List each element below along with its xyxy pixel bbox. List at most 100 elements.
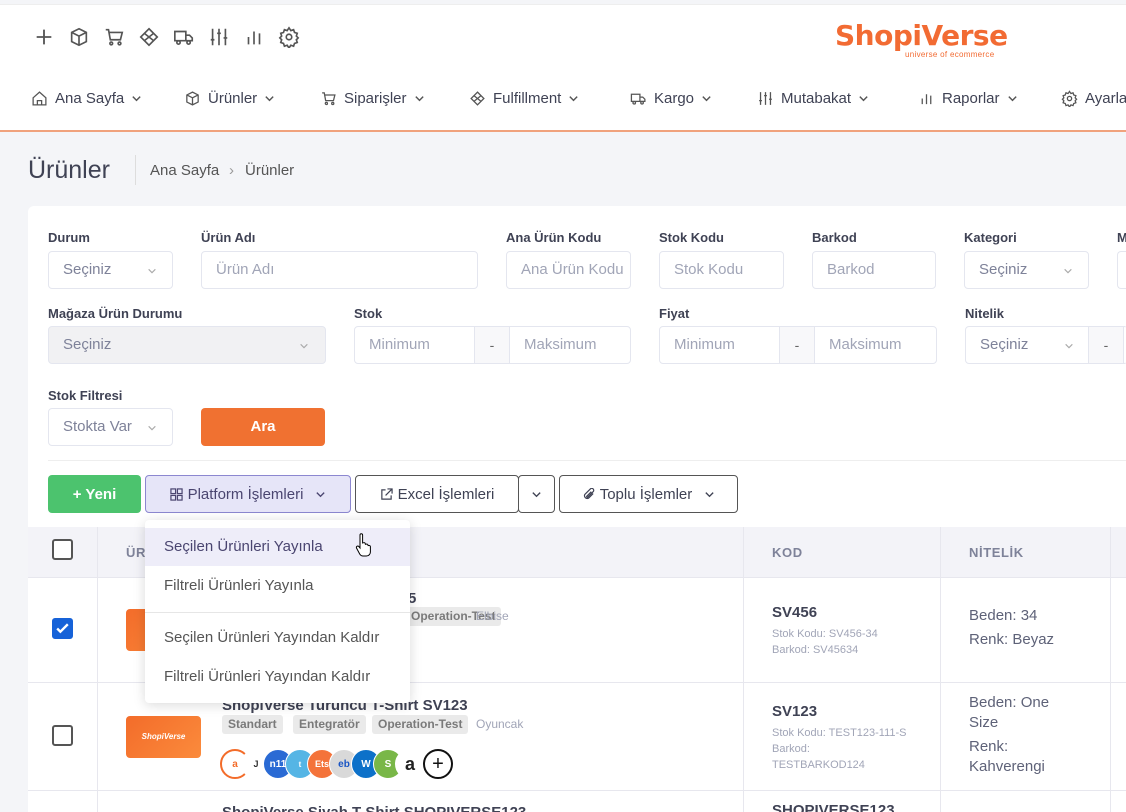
nav-fulfillment[interactable]: Fulfillment: [469, 90, 579, 107]
excel-actions-button[interactable]: Excel İşlemleri: [355, 475, 519, 513]
breadcrumb-current: Ürünler: [245, 162, 295, 179]
page-title: Ürünler: [28, 156, 110, 184]
row-checkbox[interactable]: [52, 618, 73, 639]
kategori-select[interactable]: Seçiniz: [964, 251, 1089, 289]
nav-orders[interactable]: Siparişler: [320, 90, 425, 107]
box-icon[interactable]: [68, 26, 90, 48]
nav-cargo[interactable]: Kargo: [630, 90, 712, 107]
cart-icon: [322, 92, 336, 106]
dropdown-item-publish-filtered[interactable]: Filtreli Ürünleri Yayınla: [145, 567, 410, 605]
gear-icon[interactable]: [278, 26, 300, 48]
plus-icon[interactable]: [33, 26, 55, 48]
divider: [48, 460, 1126, 461]
truck-icon: [630, 93, 646, 105]
barcode: TESTBARKOD124: [772, 759, 865, 771]
brand-tagline: universe of ecommerce: [905, 50, 995, 59]
platform-actions-button[interactable]: Platform İşlemleri: [145, 475, 351, 513]
product-category: Oyuncak: [476, 717, 524, 731]
paperclip-icon: [583, 487, 594, 499]
nav-label: Fulfillment: [493, 90, 562, 107]
urun-adi-input[interactable]: Ürün Adı: [201, 251, 478, 289]
column-header-code[interactable]: KOD: [772, 545, 803, 560]
nav-label: Ürünler: [208, 90, 258, 107]
chevron-down-icon: [1007, 96, 1017, 102]
dropdown-divider: [145, 612, 410, 613]
title-divider: [135, 155, 136, 185]
chevron-down-icon: [859, 96, 868, 102]
new-product-button[interactable]: + Yeni: [48, 475, 141, 513]
box-icon: [186, 91, 199, 106]
fiyat-max-input[interactable]: Maksimum: [814, 326, 937, 364]
stok-max-input[interactable]: Maksimum: [509, 326, 631, 364]
attribute-size: Beden: 34: [969, 607, 1038, 624]
cart-icon[interactable]: [103, 26, 125, 48]
nitelik-select[interactable]: Seçiniz: [965, 326, 1089, 364]
chart-icon[interactable]: [243, 26, 265, 48]
chevron-down-icon: [569, 96, 579, 102]
gear-icon: [1061, 90, 1078, 107]
magaza-durum-select[interactable]: Seçiniz: [48, 326, 326, 364]
column-divider: [1110, 578, 1111, 812]
breadcrumb-home[interactable]: Ana Sayfa: [150, 162, 219, 179]
brand-name: ShopiVerse: [835, 19, 1008, 52]
attribute-color-value: Kahverengi: [969, 758, 1045, 775]
stok-range-separator: -: [474, 326, 510, 364]
nav-home[interactable]: Ana Sayfa: [31, 90, 142, 107]
select-all-checkbox[interactable]: [52, 539, 73, 560]
external-link-icon: [380, 487, 393, 500]
attribute-color: Renk: Beyaz: [969, 631, 1055, 648]
nitelik-separator: -: [1088, 326, 1124, 364]
barkod-input[interactable]: Barkod: [812, 251, 936, 289]
cube-icon[interactable]: [138, 26, 160, 48]
bulk-actions-button[interactable]: Toplu İşlemler: [559, 475, 738, 513]
stok-min-input[interactable]: Minimum: [354, 326, 477, 364]
column-header-attribute[interactable]: NİTELİK: [969, 545, 1024, 560]
excel-dropdown-toggle[interactable]: [518, 475, 555, 513]
row-divider: [28, 790, 1126, 791]
chevron-down-icon: [300, 343, 308, 349]
column-divider: [743, 578, 744, 812]
stok-kodu-label: Stok Kodu: [659, 230, 724, 245]
nav-reports[interactable]: Raporlar: [918, 90, 1018, 107]
kategori-label: Kategori: [964, 230, 1017, 245]
brand-logo[interactable]: ShopiVerse universe of ecommerce: [835, 19, 1010, 60]
chevron-down-icon: [265, 96, 274, 102]
row-checkbox[interactable]: [52, 725, 73, 746]
ana-urun-kodu-input[interactable]: Ana Ürün Kodu: [506, 251, 631, 289]
stock-code: Stok Kodu: TEST123-111-S: [772, 727, 907, 739]
fiyat-label: Fiyat: [659, 306, 690, 321]
grid-icon: [169, 487, 183, 501]
product-name[interactable]: ShopiVerse Siyah T-Shirt SHOPIVERSE123: [222, 804, 526, 812]
nav-settings[interactable]: Ayarlar: [1061, 90, 1126, 107]
dropdown-item-unpublish-selected[interactable]: Seçilen Ürünleri Yayından Kaldır: [145, 619, 410, 657]
sliders-icon[interactable]: [208, 26, 230, 48]
nav-label: Siparişler: [344, 90, 407, 107]
dropdown-item-unpublish-filtered[interactable]: Filtreli Ürünleri Yayından Kaldır: [145, 658, 410, 696]
extra-filter-select[interactable]: [1117, 251, 1126, 289]
stock-code: Stok Kodu: SV456-34: [772, 628, 878, 640]
platform-icon[interactable]: a: [395, 749, 425, 779]
stok-filtresi-select[interactable]: Stokta Var: [48, 408, 173, 446]
stok-label: Stok: [354, 306, 383, 321]
hand-cursor-icon: [355, 533, 371, 557]
barcode: Barkod: SV45634: [772, 644, 859, 656]
fiyat-min-input[interactable]: Minimum: [659, 326, 782, 364]
product-tag: Entegratör: [293, 715, 366, 734]
chevron-down-icon: [532, 491, 541, 497]
extra-filter-label: M: [1117, 230, 1126, 245]
chevron-down-icon: [705, 491, 714, 497]
search-button[interactable]: Ara: [201, 408, 325, 446]
durum-select[interactable]: Seçiniz: [48, 251, 173, 289]
add-platform-icon[interactable]: +: [423, 749, 453, 779]
product-tag: Operation-Test: [372, 715, 469, 734]
chevron-down-icon: [1064, 268, 1072, 274]
column-header-product[interactable]: ÜR: [126, 545, 146, 560]
truck-icon[interactable]: [173, 26, 195, 48]
stok-kodu-input[interactable]: Stok Kodu: [659, 251, 784, 289]
column-divider: [97, 578, 98, 812]
nav-reconciliation[interactable]: Mutabakat: [757, 90, 869, 107]
chart-icon: [921, 94, 932, 105]
nav-products[interactable]: Ürünler: [184, 90, 275, 107]
product-thumbnail[interactable]: ShopiVerse: [126, 716, 201, 758]
bulk-actions-label: Toplu İşlemler: [599, 485, 693, 503]
